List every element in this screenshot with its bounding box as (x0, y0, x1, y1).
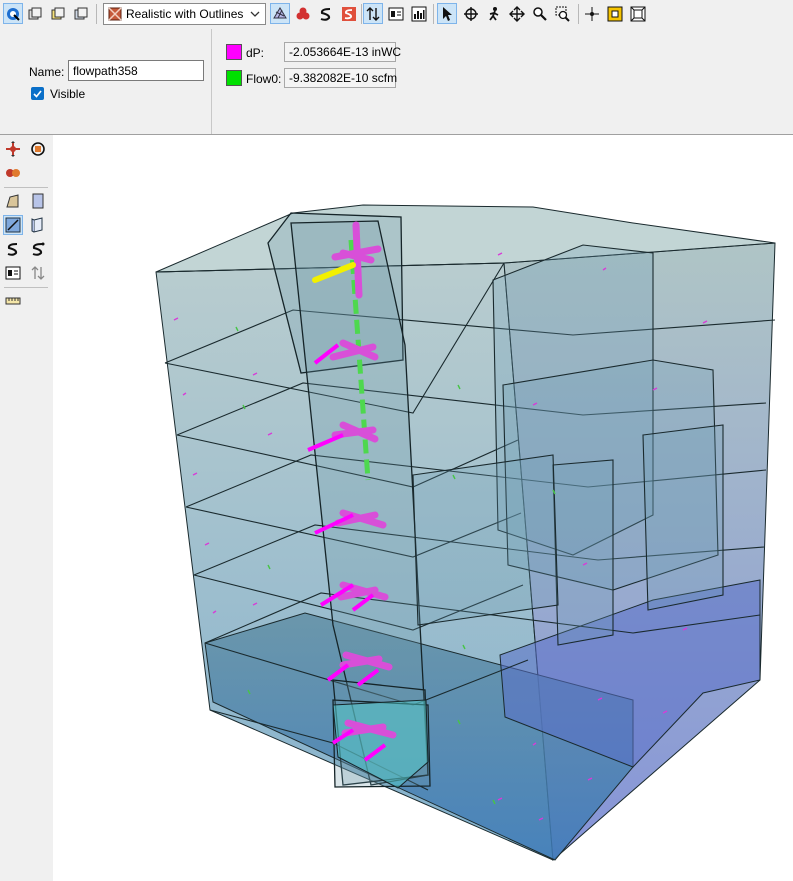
zone-shape-icon[interactable] (3, 191, 23, 211)
snap-icon[interactable] (582, 3, 602, 24)
zoom-icon[interactable] (530, 3, 550, 24)
ruler-icon[interactable] (3, 291, 23, 311)
flow-label: Flow0: (246, 72, 282, 86)
wall-3d-icon[interactable] (28, 215, 48, 235)
box-icon[interactable] (28, 191, 48, 211)
path-icon[interactable] (3, 239, 23, 259)
dp-label: dP: (246, 46, 265, 60)
name-input[interactable] (68, 60, 204, 81)
pointer-icon[interactable] (437, 3, 457, 24)
display-objects-icon[interactable] (293, 3, 313, 24)
visible-checkbox[interactable] (31, 87, 44, 100)
pan-icon[interactable] (507, 3, 527, 24)
walk-icon[interactable] (484, 3, 504, 24)
legend-icon[interactable] (386, 3, 406, 24)
toolbar-separator (433, 4, 434, 24)
visible-label: Visible (50, 87, 86, 101)
render-mode-select[interactable]: Realistic with Outlines (103, 3, 266, 25)
view-cube-1-icon[interactable] (25, 3, 45, 24)
toolbar-separator (96, 4, 97, 24)
flow-value: -9.382082E-10 scfm (284, 68, 397, 88)
fit-icon[interactable] (605, 3, 625, 24)
orbit-icon[interactable] (3, 139, 23, 159)
flow-icon[interactable] (28, 263, 48, 283)
flow-arrows-icon[interactable] (363, 3, 383, 24)
render-mode-icon (108, 7, 122, 24)
result-panel-icon[interactable] (3, 263, 23, 283)
toolbar-separator (578, 4, 579, 24)
properties-panel: Name: Visible dP: -2.053664E-13 inWC Flo… (0, 29, 793, 135)
chevron-down-icon (249, 7, 261, 24)
display-paths-icon[interactable] (316, 3, 336, 24)
display-results-icon[interactable] (339, 3, 359, 24)
select-view-icon[interactable] (3, 3, 23, 24)
main-toolbar: Realistic with Outlines (0, 0, 793, 30)
toolbar-separator (361, 4, 362, 24)
path-alt-icon[interactable] (28, 239, 48, 259)
3d-viewport[interactable] (53, 135, 793, 881)
move-icon[interactable] (461, 3, 481, 24)
flow-color-swatch (226, 70, 242, 86)
name-label: Name: (29, 65, 65, 79)
zoom-window-icon[interactable] (553, 3, 573, 24)
display-grid-icon[interactable] (270, 3, 290, 24)
dp-value: -2.053664E-13 inWC (284, 42, 401, 62)
wall-toggle-icon[interactable] (3, 215, 23, 235)
sidebar-separator (4, 187, 48, 188)
check-icon (33, 90, 42, 98)
panel-divider (211, 29, 212, 134)
flip-icon[interactable] (3, 163, 23, 183)
left-tool-sidebar (0, 135, 53, 881)
view-cube-2-icon[interactable] (48, 3, 68, 24)
chart-icon[interactable] (409, 3, 429, 24)
building-3d-model[interactable] (53, 135, 793, 881)
fit-all-icon[interactable] (628, 3, 648, 24)
sidebar-separator (4, 287, 48, 288)
render-mode-value: Realistic with Outlines (126, 7, 244, 21)
view-cube-3-icon[interactable] (71, 3, 91, 24)
rotate-icon[interactable] (28, 139, 48, 159)
dp-color-swatch (226, 44, 242, 60)
